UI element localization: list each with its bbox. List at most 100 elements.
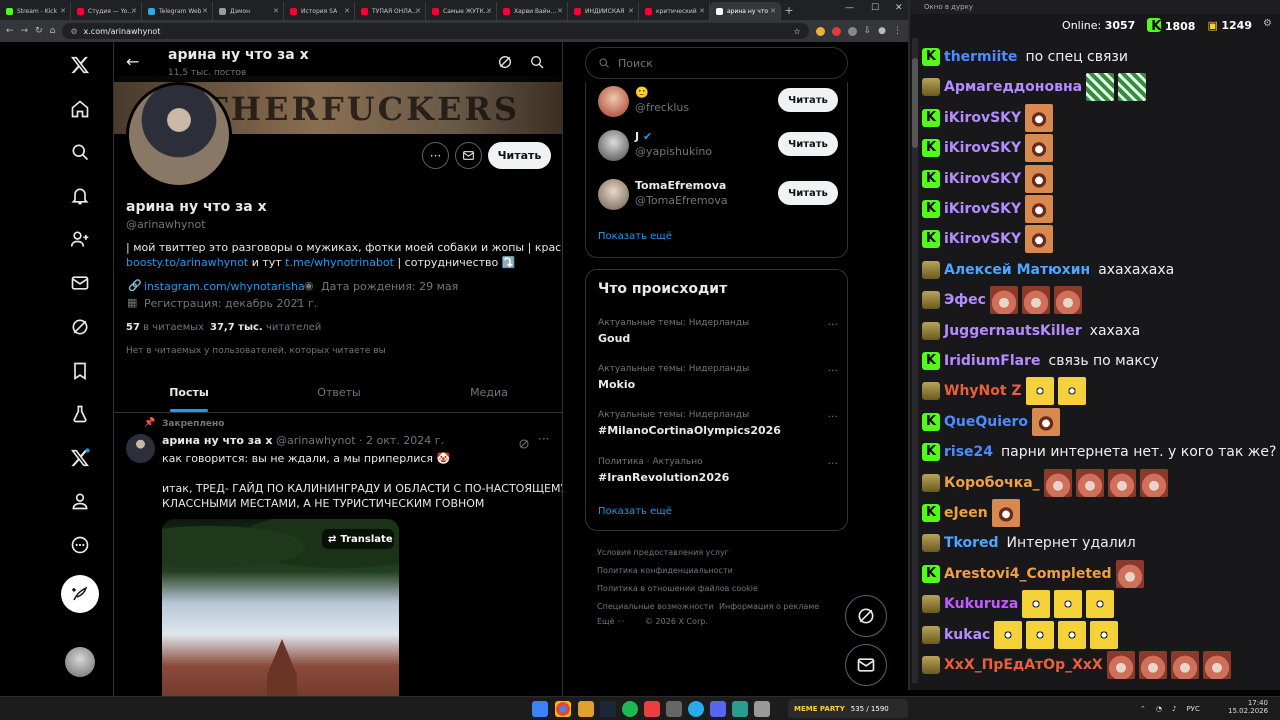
messages-fab[interactable] bbox=[845, 644, 887, 686]
extension-icon[interactable] bbox=[831, 26, 841, 36]
app-icon[interactable] bbox=[644, 701, 660, 717]
app-icon[interactable] bbox=[666, 701, 682, 717]
extension-icon[interactable] bbox=[815, 26, 825, 36]
profile-icon[interactable]: ● bbox=[878, 26, 886, 36]
trend-more-icon[interactable]: ··· bbox=[828, 364, 839, 377]
home-icon[interactable] bbox=[65, 94, 95, 124]
chat-username[interactable]: QueQuiero bbox=[944, 414, 1028, 430]
follow-suggestion[interactable]: TomaEfremova @TomaEfremova Читать bbox=[598, 175, 838, 215]
tab-close-icon[interactable]: ✕ bbox=[273, 7, 279, 15]
chat-username[interactable]: Коробочка_ bbox=[944, 475, 1040, 491]
jobs-icon[interactable] bbox=[65, 399, 95, 429]
chat-username[interactable]: Алексей Матюхин bbox=[944, 262, 1090, 278]
chat-username[interactable]: thermiite bbox=[944, 49, 1017, 65]
follow-button[interactable]: Читать bbox=[488, 142, 551, 169]
trends-show-more-link[interactable]: Показать ещё bbox=[598, 506, 672, 517]
x-logo-icon[interactable] bbox=[65, 50, 95, 80]
footer-terms[interactable]: Условия предоставления услуг bbox=[597, 548, 729, 557]
site-info-icon[interactable]: ⚙ bbox=[70, 27, 77, 36]
browser-tab[interactable]: Дэмон ✕ bbox=[213, 2, 284, 20]
follow-button[interactable]: Читать bbox=[778, 88, 838, 112]
tray-chevron-icon[interactable]: ⌃ bbox=[1140, 705, 1146, 713]
clock[interactable]: 17:40 15.02.2026 bbox=[1228, 699, 1268, 715]
footer-ads-info[interactable]: Информация о рекламе bbox=[719, 602, 819, 611]
steam-icon[interactable] bbox=[600, 701, 616, 717]
explorer-icon[interactable] bbox=[578, 701, 594, 717]
settings-icon[interactable]: ⚙ bbox=[1263, 18, 1272, 29]
browser-tab[interactable]: Самые ЖУТКИЕ ✕ bbox=[426, 2, 497, 20]
tab-close-icon[interactable]: ✕ bbox=[770, 7, 776, 15]
tab-close-icon[interactable]: ✕ bbox=[131, 7, 137, 15]
grok-icon[interactable] bbox=[65, 312, 95, 342]
post-image[interactable]: ⇄ Translate bbox=[162, 519, 399, 720]
back-icon[interactable]: ← bbox=[6, 26, 14, 36]
profile-icon[interactable] bbox=[65, 486, 95, 516]
address-bar[interactable]: ⚙ x.com/arinawhynot ☆ bbox=[62, 23, 809, 39]
grok-fab[interactable] bbox=[845, 595, 887, 637]
tab-close-icon[interactable]: ✕ bbox=[486, 7, 492, 15]
browser-tab[interactable]: ИНДИЙСКАЯ ✕ bbox=[568, 2, 639, 20]
volume-icon[interactable]: ♪ bbox=[1172, 705, 1176, 713]
post-author[interactable]: арина ну что за х bbox=[162, 434, 273, 447]
show-more-link[interactable]: Показать ещё bbox=[598, 231, 672, 242]
chrome-icon[interactable] bbox=[555, 701, 571, 717]
chat-username[interactable]: Tkored bbox=[944, 535, 999, 551]
post-button[interactable] bbox=[61, 575, 99, 613]
home-icon[interactable]: ⌂ bbox=[50, 26, 56, 36]
tab-close-icon[interactable]: ✕ bbox=[60, 7, 66, 15]
explore-icon[interactable] bbox=[65, 137, 95, 167]
browser-tab[interactable]: критический ✕ bbox=[639, 2, 710, 20]
app-icon[interactable] bbox=[732, 701, 748, 717]
bio-link-telegram[interactable]: t.me/whynotrinabot bbox=[285, 256, 394, 269]
tab-media[interactable]: Медиа bbox=[414, 377, 562, 412]
more-options-button[interactable]: ··· bbox=[422, 142, 449, 169]
follow-suggestion[interactable]: J ✔ @yapishukino Читать bbox=[598, 126, 838, 166]
close-window-icon[interactable]: ✕ bbox=[895, 3, 903, 13]
tab-close-icon[interactable]: ✕ bbox=[557, 7, 563, 15]
chat-username[interactable]: iKirovSKY bbox=[944, 171, 1021, 187]
grok-icon[interactable] bbox=[497, 54, 513, 74]
browser-tab[interactable]: Студия — YouTube✕ bbox=[71, 2, 142, 20]
post-author-avatar[interactable] bbox=[126, 434, 155, 463]
reload-icon[interactable]: ↻ bbox=[35, 26, 43, 36]
follow-button[interactable]: Читать bbox=[778, 132, 838, 156]
chat-username[interactable]: WhyNot Z bbox=[944, 383, 1022, 399]
browser-tab[interactable]: Харви Вайнштейн✕ bbox=[497, 2, 568, 20]
chat-username[interactable]: JuggernautsKiller bbox=[944, 323, 1082, 339]
footer-privacy[interactable]: Политика конфиденциальности bbox=[597, 566, 733, 575]
translate-button[interactable]: ⇄ Translate bbox=[322, 529, 394, 549]
tab-close-icon[interactable]: ✕ bbox=[699, 7, 705, 15]
profile-avatar[interactable] bbox=[126, 82, 232, 188]
tab-close-icon[interactable]: ✕ bbox=[344, 7, 350, 15]
footer-accessibility[interactable]: Специальные возможности bbox=[597, 602, 714, 611]
telegram-icon[interactable] bbox=[688, 701, 704, 717]
tab-posts[interactable]: Посты bbox=[114, 377, 264, 412]
following-stat[interactable]: 57 в читаемых bbox=[126, 322, 204, 333]
more-icon[interactable] bbox=[65, 530, 95, 560]
scroll-thumb[interactable] bbox=[912, 58, 918, 148]
menu-icon[interactable]: ⋮ bbox=[893, 26, 902, 36]
app-icon[interactable] bbox=[754, 701, 770, 717]
extension-icon[interactable] bbox=[847, 26, 857, 36]
chat-username[interactable]: IridiumFlare bbox=[944, 353, 1041, 369]
browser-tab[interactable]: Stream - Kick ✕ bbox=[0, 2, 71, 20]
followers-stat[interactable]: 37,7 тыс. читателей bbox=[210, 322, 321, 333]
messages-icon[interactable] bbox=[65, 268, 95, 298]
chevron-right-icon[interactable]: › bbox=[296, 296, 300, 306]
browser-tab[interactable]: История SA ✕ bbox=[284, 2, 355, 20]
chat-username[interactable]: Армагеддоновна bbox=[944, 79, 1082, 95]
chat-username[interactable]: iKirovSKY bbox=[944, 140, 1021, 156]
chat-username[interactable]: Kukuruza bbox=[944, 596, 1018, 612]
search-icon[interactable] bbox=[529, 54, 545, 74]
trend-item[interactable]: Актуальные темы: Нидерланды #MilanoCorti… bbox=[598, 410, 838, 437]
chat-username[interactable]: eJeen bbox=[944, 505, 988, 521]
chat-scrollbar[interactable] bbox=[912, 38, 918, 683]
grok-icon[interactable] bbox=[518, 435, 530, 454]
trend-item[interactable]: Политика · Актуально #IranRevolution2026… bbox=[598, 457, 838, 484]
footer-cookies[interactable]: Политика в отношении файлов cookie bbox=[597, 584, 758, 593]
chat-username[interactable]: kukac bbox=[944, 627, 990, 643]
chat-username[interactable]: iKirovSKY bbox=[944, 110, 1021, 126]
trend-more-icon[interactable]: ··· bbox=[828, 318, 839, 331]
chat-username[interactable]: Эфес bbox=[944, 292, 986, 308]
language-indicator[interactable]: РУС bbox=[1186, 705, 1199, 713]
